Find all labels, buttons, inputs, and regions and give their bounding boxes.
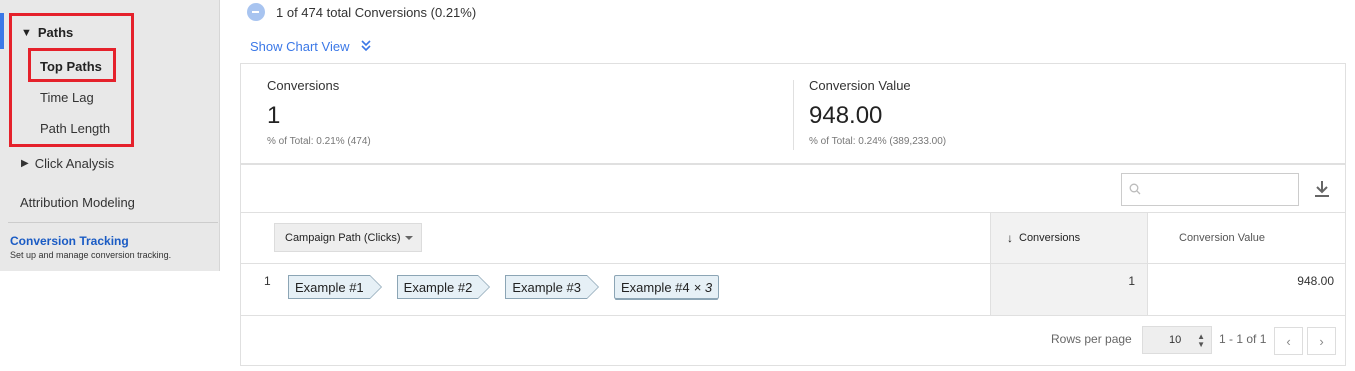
metric-label: Conversion Value bbox=[809, 78, 911, 93]
table-toolbar bbox=[241, 165, 1345, 213]
search-box[interactable] bbox=[1121, 173, 1299, 206]
path-step-chip: Example #4 × 3 bbox=[613, 275, 720, 299]
conversion-tracking-description: Set up and manage conversion tracking. bbox=[10, 250, 172, 260]
highlight-box-top-paths bbox=[28, 48, 116, 82]
sort-arrow-icon: ↓ bbox=[1007, 231, 1013, 245]
metric-conversions: Conversions 1 % of Total: 0.21% (474) bbox=[267, 78, 371, 147]
updown-arrows-icon: ▲ ▼ bbox=[1197, 332, 1205, 349]
next-page-button[interactable]: › bbox=[1307, 327, 1336, 355]
column-header-conversion-value[interactable]: Conversion Value bbox=[1148, 213, 1345, 263]
path-step-chip: Example #3 bbox=[505, 275, 599, 299]
sidebar-item-attribution-modeling[interactable]: Attribution Modeling bbox=[20, 195, 135, 210]
metric-divider bbox=[793, 80, 794, 150]
caret-down-icon bbox=[405, 236, 413, 240]
rows-per-page-label: Rows per page bbox=[1051, 332, 1132, 346]
sidebar-item-click-analysis[interactable]: ▶ Click Analysis bbox=[21, 156, 114, 171]
chevron-left-icon: ‹ bbox=[1286, 333, 1291, 349]
rows-per-page-select[interactable]: 10 ▲ ▼ bbox=[1142, 326, 1212, 354]
conversion-tracking-link[interactable]: Conversion Tracking bbox=[10, 234, 129, 248]
table-header-row: Campaign Path (Clicks) ↓ Conversions Con… bbox=[241, 213, 1345, 264]
dimension-select[interactable]: Campaign Path (Clicks) bbox=[274, 223, 422, 252]
metrics-card: Conversions 1 % of Total: 0.21% (474) Co… bbox=[240, 63, 1346, 164]
path-step-label: Example #4 bbox=[620, 279, 690, 295]
path-chips: Example #1 Example #2 Example #3 Example… bbox=[288, 275, 746, 299]
double-chevron-down-icon bbox=[361, 39, 372, 54]
search-icon bbox=[1129, 182, 1141, 195]
previous-page-button[interactable]: ‹ bbox=[1274, 327, 1303, 355]
conversions-summary: 1 of 474 total Conversions (0.21%) bbox=[247, 3, 476, 21]
column-header-conversions[interactable]: ↓ Conversions bbox=[990, 213, 1148, 263]
path-step-chip: Example #2 bbox=[396, 275, 490, 299]
path-step-chip: Example #1 bbox=[288, 275, 382, 299]
metric-label: Conversions bbox=[267, 78, 340, 93]
path-step-label: Example #2 bbox=[403, 279, 473, 295]
paths-table: Campaign Path (Clicks) ↓ Conversions Con… bbox=[240, 164, 1346, 366]
metric-conversion-value: Conversion Value 948.00 % of Total: 0.24… bbox=[809, 78, 946, 147]
cell-conversions: 1 bbox=[990, 264, 1148, 315]
pie-chart-icon bbox=[247, 3, 265, 21]
table-row: 1 Example #1 Example #2 Example #3 Examp… bbox=[241, 264, 1345, 316]
path-step-label: Example #3 bbox=[512, 279, 581, 295]
show-chart-view-link[interactable]: Show Chart View bbox=[250, 39, 372, 54]
metric-value: 948.00 bbox=[809, 102, 883, 129]
metric-value: 1 bbox=[267, 102, 281, 129]
rows-per-page-value: 10 bbox=[1169, 334, 1182, 346]
collapse-triangle-icon: ▶ bbox=[21, 158, 29, 169]
repeat-multiplier: × 3 bbox=[693, 279, 713, 295]
column-header-label: Conversions bbox=[1019, 232, 1081, 244]
show-chart-label: Show Chart View bbox=[250, 39, 350, 54]
active-indicator bbox=[0, 13, 4, 49]
sidebar-item-label: Click Analysis bbox=[34, 156, 115, 171]
search-input[interactable] bbox=[1148, 180, 1293, 200]
page-range-info: 1 - 1 of 1 bbox=[1219, 332, 1267, 346]
chevron-right-icon: › bbox=[1319, 333, 1324, 349]
metric-percent-of-total: % of Total: 0.24% (389,233.00) bbox=[809, 136, 947, 147]
table-pagination: Rows per page 10 ▲ ▼ 1 - 1 of 1 ‹ › bbox=[241, 316, 1345, 366]
sidebar-divider bbox=[8, 222, 218, 223]
row-index: 1 bbox=[264, 274, 271, 288]
dimension-select-label: Campaign Path (Clicks) bbox=[285, 231, 401, 244]
summary-text: 1 of 474 total Conversions (0.21%) bbox=[276, 4, 477, 20]
metric-percent-of-total: % of Total: 0.21% (474) bbox=[267, 136, 371, 147]
cell-conversion-value: 948.00 bbox=[1297, 274, 1334, 288]
path-step-label: Example #1 bbox=[295, 279, 364, 295]
download-icon[interactable] bbox=[1313, 179, 1331, 199]
